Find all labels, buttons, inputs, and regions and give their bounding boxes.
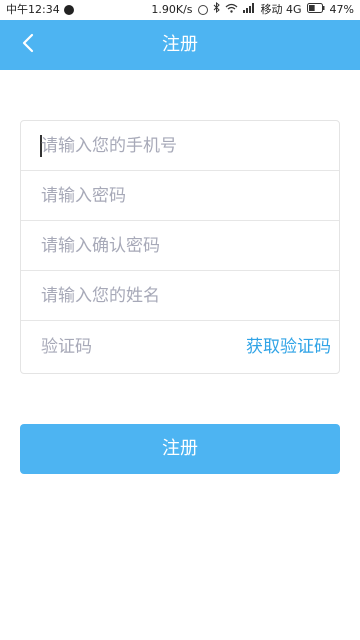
password-row <box>21 171 339 221</box>
name-input[interactable] <box>41 271 241 320</box>
signal-icon <box>242 0 256 20</box>
status-time: 中午12:34 <box>6 3 60 16</box>
network-speed: 1.90K/s <box>151 3 193 16</box>
app-bar: 注册 <box>0 20 360 70</box>
phone-input[interactable] <box>41 121 241 170</box>
confirm-password-input[interactable] <box>41 221 241 270</box>
phone-row <box>21 121 339 171</box>
battery-percent: 47% <box>329 3 354 16</box>
battery-icon <box>306 0 325 20</box>
registration-form: 获取验证码 <box>20 120 340 374</box>
confirm-password-row <box>21 221 339 271</box>
verification-code-input[interactable] <box>41 321 211 373</box>
notification-icon <box>63 5 74 15</box>
verification-row: 获取验证码 <box>21 321 339 373</box>
alarm-icon <box>197 5 208 15</box>
name-row <box>21 271 339 321</box>
register-button[interactable]: 注册 <box>20 424 340 474</box>
bluetooth-icon <box>213 0 220 20</box>
password-input[interactable] <box>41 171 241 220</box>
status-left: 中午12:34 <box>6 0 74 20</box>
status-bar: 中午12:34 1.90K/s 移动 4G 47% <box>0 0 360 20</box>
page-title: 注册 <box>162 34 198 55</box>
status-right: 1.90K/s 移动 4G 47% <box>151 0 354 20</box>
wifi-icon <box>225 0 238 20</box>
get-code-button[interactable]: 获取验证码 <box>246 321 331 373</box>
carrier-network: 移动 4G <box>260 3 302 16</box>
